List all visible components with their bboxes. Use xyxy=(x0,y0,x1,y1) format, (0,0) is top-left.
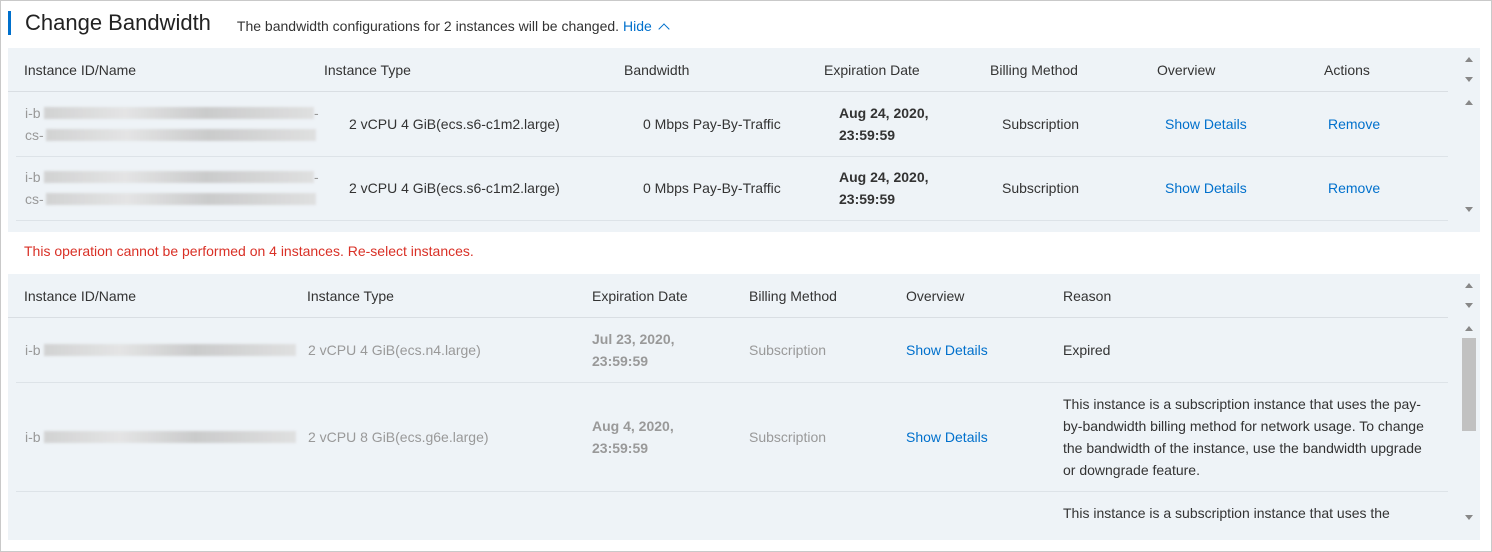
reason-text: Expired xyxy=(1063,342,1111,358)
chevron-up-icon[interactable] xyxy=(658,23,670,35)
table-header-row: Instance ID/Name Instance Type Bandwidth… xyxy=(8,48,1448,92)
billing-method: Subscription xyxy=(749,342,827,358)
billing-method: Subscription xyxy=(1002,180,1080,196)
instance-id-prefix: i-b xyxy=(25,429,41,445)
column-header-billing-method: Billing Method xyxy=(990,62,1078,78)
column-header-expiration-date: Expiration Date xyxy=(592,288,688,304)
redacted-instance-name xyxy=(46,193,316,205)
redacted-instance-id xyxy=(44,171,314,183)
scroll-up-arrow-icon[interactable] xyxy=(1465,100,1473,105)
instance-type: 2 vCPU 4 GiB(ecs.s6-c1m2.large) xyxy=(349,116,560,132)
title-accent-bar xyxy=(8,11,11,35)
instance-type: 2 vCPU 8 GiB(ecs.g6e.large) xyxy=(308,429,489,445)
show-details-link[interactable]: Show Details xyxy=(1165,177,1247,199)
hide-label[interactable]: Hide xyxy=(623,18,652,34)
dialog-header: Change Bandwidth The bandwidth configura… xyxy=(8,8,670,38)
instance-id-line2-prefix: cs- xyxy=(25,191,44,207)
instance-id-line2-prefix: cs- xyxy=(25,127,44,143)
valid-instances-table: Instance ID/Name Instance Type Bandwidth… xyxy=(8,48,1480,232)
table-row: i-b 2 vCPU 4 GiB(ecs.n4.large) Jul 23, 2… xyxy=(16,319,1448,383)
scroll-down-arrow-icon[interactable] xyxy=(1465,515,1473,520)
column-header-overview: Overview xyxy=(1157,62,1216,78)
redacted-instance-id xyxy=(44,107,314,119)
column-header-actions: Actions xyxy=(1324,62,1370,78)
column-header-overview: Overview xyxy=(906,288,965,304)
instance-type: 2 vCPU 4 GiB(ecs.n4.large) xyxy=(308,342,481,358)
billing-method: Subscription xyxy=(1002,116,1080,132)
expiration-time: 23:59:59 xyxy=(839,191,896,207)
scroll-up-arrow-icon[interactable] xyxy=(1465,326,1473,331)
instance-type: 2 vCPU 4 GiB(ecs.s6-c1m2.large) xyxy=(349,180,560,196)
expiration-date: Aug 24, 2020, xyxy=(839,169,929,185)
valid-table-scrollbar[interactable] xyxy=(1458,48,1480,232)
expiration-time: 23:59:59 xyxy=(839,127,896,143)
table-header-row: Instance ID/Name Instance Type Expiratio… xyxy=(8,274,1448,318)
column-header-reason: Reason xyxy=(1063,288,1112,304)
bandwidth-value: 0 Mbps Pay-By-Traffic xyxy=(643,116,781,132)
scroll-up-arrow-icon[interactable] xyxy=(1465,57,1473,62)
table-row: i-b - cs- 2 vCPU 4 GiB(ecs.s6-c1m2.large… xyxy=(16,93,1448,157)
column-header-instance-type: Instance Type xyxy=(324,62,411,78)
table-row: This instance is a subscription instance… xyxy=(16,492,1448,540)
table-row: i-b - cs- 2 vCPU 4 GiB(ecs.s6-c1m2.large… xyxy=(16,157,1448,221)
reason-text: This instance is a subscription instance… xyxy=(1063,505,1390,521)
scroll-down-arrow-icon[interactable] xyxy=(1465,207,1473,212)
expiration-date: Jul 23, 2020, xyxy=(592,331,675,347)
error-message: This operation cannot be performed on 4 … xyxy=(24,243,474,259)
invalid-table-scrollbar[interactable] xyxy=(1458,274,1480,540)
scroll-up-arrow-icon[interactable] xyxy=(1465,283,1473,288)
redacted-instance-id xyxy=(44,431,296,443)
expiration-time: 23:59:59 xyxy=(592,353,649,369)
hide-toggle[interactable]: Hide xyxy=(623,18,670,35)
invalid-instances-table: Instance ID/Name Instance Type Expiratio… xyxy=(8,274,1480,540)
column-header-instance-type: Instance Type xyxy=(307,288,394,304)
scroll-down-arrow-icon[interactable] xyxy=(1465,303,1473,308)
remove-link[interactable]: Remove xyxy=(1328,177,1380,199)
expiration-date: Aug 24, 2020, xyxy=(839,105,929,121)
table-row: i-b 2 vCPU 8 GiB(ecs.g6e.large) Aug 4, 2… xyxy=(16,383,1448,492)
scrollbar-thumb[interactable] xyxy=(1462,338,1476,431)
scroll-down-arrow-icon[interactable] xyxy=(1465,77,1473,82)
header-description: The bandwidth configurations for 2 insta… xyxy=(236,18,620,34)
expiration-date: Aug 4, 2020, xyxy=(592,418,674,434)
billing-method: Subscription xyxy=(749,429,827,445)
page-title: Change Bandwidth xyxy=(25,10,211,35)
instance-id-line1-prefix: i-b xyxy=(25,169,41,185)
instance-id-line1-prefix: i-b xyxy=(25,105,41,121)
expiration-time: 23:59:59 xyxy=(592,440,649,456)
instance-id-prefix: i-b xyxy=(25,342,41,358)
show-details-link[interactable]: Show Details xyxy=(1165,113,1247,135)
redacted-instance-name xyxy=(46,129,316,141)
column-header-bandwidth: Bandwidth xyxy=(624,62,690,78)
redacted-instance-id xyxy=(44,344,296,356)
column-header-instance-id: Instance ID/Name xyxy=(24,288,137,304)
bandwidth-value: 0 Mbps Pay-By-Traffic xyxy=(643,180,781,196)
instance-id-line1-suffix: - xyxy=(314,169,319,185)
column-header-expiration-date: Expiration Date xyxy=(824,62,920,78)
column-header-billing-method: Billing Method xyxy=(749,288,837,304)
show-details-link[interactable]: Show Details xyxy=(906,426,988,448)
remove-link[interactable]: Remove xyxy=(1328,113,1380,135)
reason-text: This instance is a subscription instance… xyxy=(1063,396,1424,478)
instance-id-line1-suffix: - xyxy=(314,105,319,121)
show-details-link[interactable]: Show Details xyxy=(906,339,988,361)
column-header-instance-id: Instance ID/Name xyxy=(24,62,137,78)
